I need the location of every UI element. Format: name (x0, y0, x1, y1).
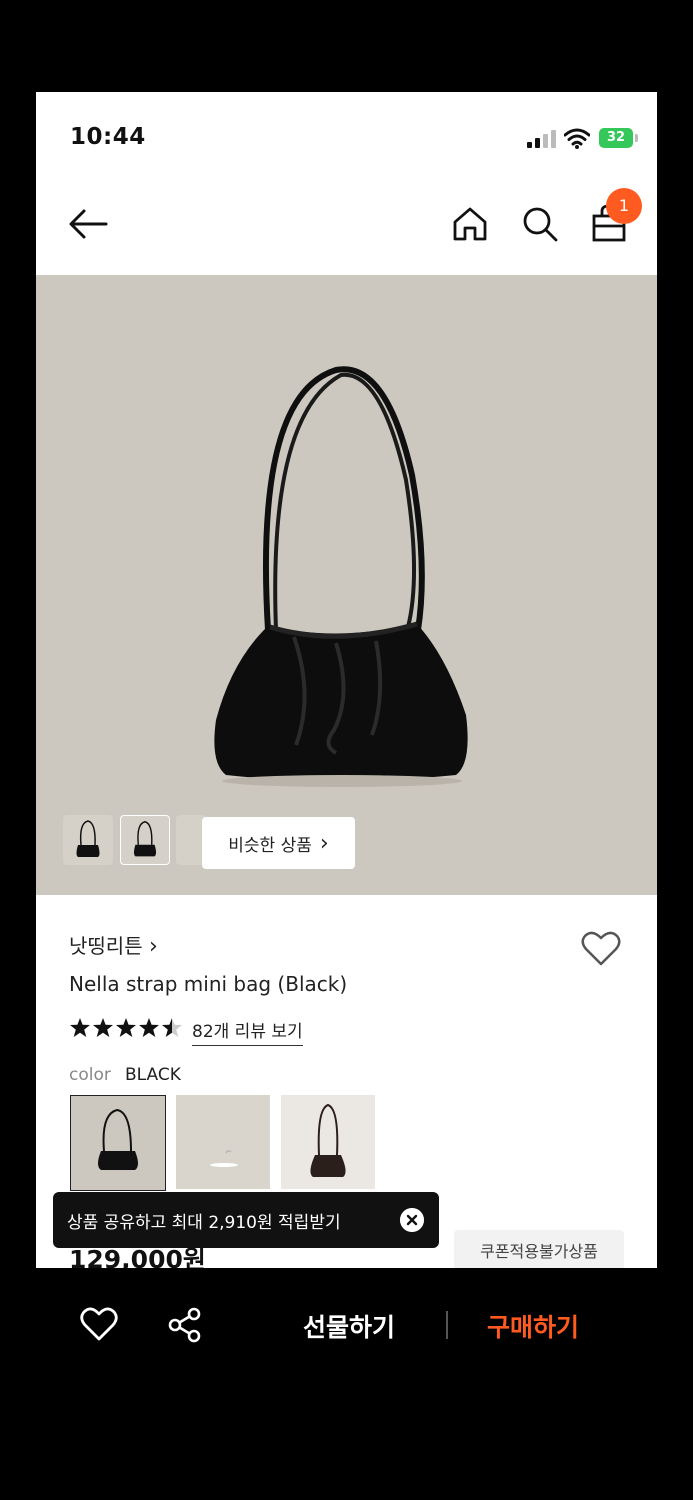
swatch-bag-image (98, 1108, 138, 1170)
app-screen: 10:44 32 1 비슷한 상품 › 낫띵리튼 › Nella strap m… (36, 92, 657, 1268)
cellular-signal-icon (527, 130, 556, 148)
chevron-right-icon: › (319, 830, 329, 856)
similar-products-label: 비슷한 상품 (228, 835, 312, 856)
share-reward-toast[interactable]: 상품 공유하고 최대 2,910원 적립받기 (53, 1192, 439, 1248)
status-time: 10:44 (70, 124, 146, 150)
gallery-thumbnail-selected[interactable] (120, 815, 170, 865)
gift-button[interactable]: 선물하기 (303, 1308, 395, 1344)
back-arrow-icon[interactable] (66, 206, 110, 242)
search-icon[interactable] (520, 204, 560, 244)
wishlist-heart-icon[interactable] (580, 928, 622, 968)
bottom-heart-icon[interactable] (80, 1306, 118, 1342)
color-option-2[interactable] (176, 1095, 270, 1189)
home-icon[interactable] (450, 204, 490, 244)
gallery-thumbnail[interactable] (63, 815, 113, 865)
status-bar: 10:44 32 (36, 92, 657, 180)
swatch-detail-image (210, 1150, 238, 1167)
wifi-icon (564, 128, 590, 149)
chevron-right-icon: › (148, 934, 158, 959)
color-label: color (69, 1065, 111, 1085)
thumbnail-bag-icon (133, 821, 157, 857)
product-name: Nella strap mini bag (Black) (69, 972, 348, 996)
color-option-3[interactable] (281, 1095, 375, 1189)
similar-products-button[interactable]: 비슷한 상품 › (202, 817, 355, 869)
top-nav (36, 180, 657, 274)
product-bag-image (214, 366, 468, 787)
star-icon (93, 1018, 113, 1037)
color-option-black[interactable] (70, 1095, 166, 1191)
share-icon[interactable] (166, 1306, 204, 1344)
product-image-gallery[interactable]: 비슷한 상품 › (36, 275, 657, 895)
close-icon[interactable] (400, 1208, 424, 1232)
half-star-icon (162, 1018, 182, 1037)
battery-tip (635, 134, 638, 142)
color-value: BLACK (125, 1065, 181, 1085)
brand-link[interactable]: 낫띵리튼 › (69, 930, 158, 959)
cart-count-badge: 1 (606, 188, 642, 224)
swatch-bag-image (310, 1103, 346, 1177)
reviews-link[interactable]: 82개 리뷰 보기 (192, 1017, 303, 1046)
rating-stars (70, 1018, 182, 1037)
brand-name: 낫띵리튼 (69, 934, 143, 958)
battery-icon: 32 (599, 128, 633, 148)
thumbnail-bag-icon (76, 820, 100, 857)
star-icon (116, 1018, 136, 1037)
star-icon (70, 1018, 90, 1037)
toast-message: 상품 공유하고 최대 2,910원 적립받기 (67, 1212, 341, 1233)
buy-button[interactable]: 구매하기 (487, 1308, 579, 1344)
coupon-unavailable-badge: 쿠폰적용불가상품 (454, 1230, 624, 1268)
bottom-divider (446, 1311, 448, 1339)
star-icon (139, 1018, 159, 1037)
